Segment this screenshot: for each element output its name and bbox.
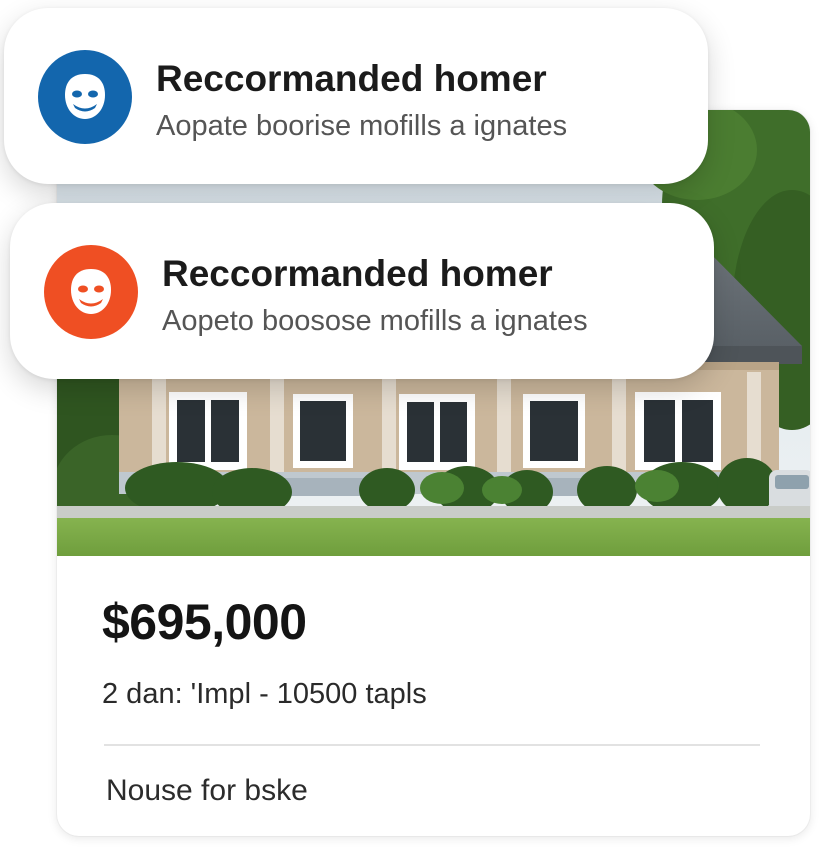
listing-specs: 2 dan: 'Impl - 10500 tapls	[102, 678, 427, 710]
notification-subtitle: Aopate boorise mofills a ignates	[156, 110, 568, 142]
divider	[104, 744, 760, 746]
notification-toast[interactable]: Reccormanded homer Aopate boorise mofill…	[4, 8, 708, 184]
face-icon	[71, 269, 111, 314]
notification-toast[interactable]: Reccormanded homer Aopeto boosose mofill…	[10, 203, 714, 379]
avatar	[38, 50, 132, 144]
listing-price: $695,000	[102, 594, 307, 650]
listing-status: Nouse for bske	[106, 774, 308, 807]
face-icon	[65, 74, 105, 119]
notification-title: Reccormanded homer	[162, 253, 553, 294]
notification-title: Reccormanded homer	[156, 58, 547, 99]
avatar	[44, 245, 138, 339]
listing-details: $695,000 2 dan: 'Impl - 10500 tapls Nous…	[57, 556, 810, 836]
notification-subtitle: Aopeto boosose mofills a ignates	[162, 305, 588, 337]
